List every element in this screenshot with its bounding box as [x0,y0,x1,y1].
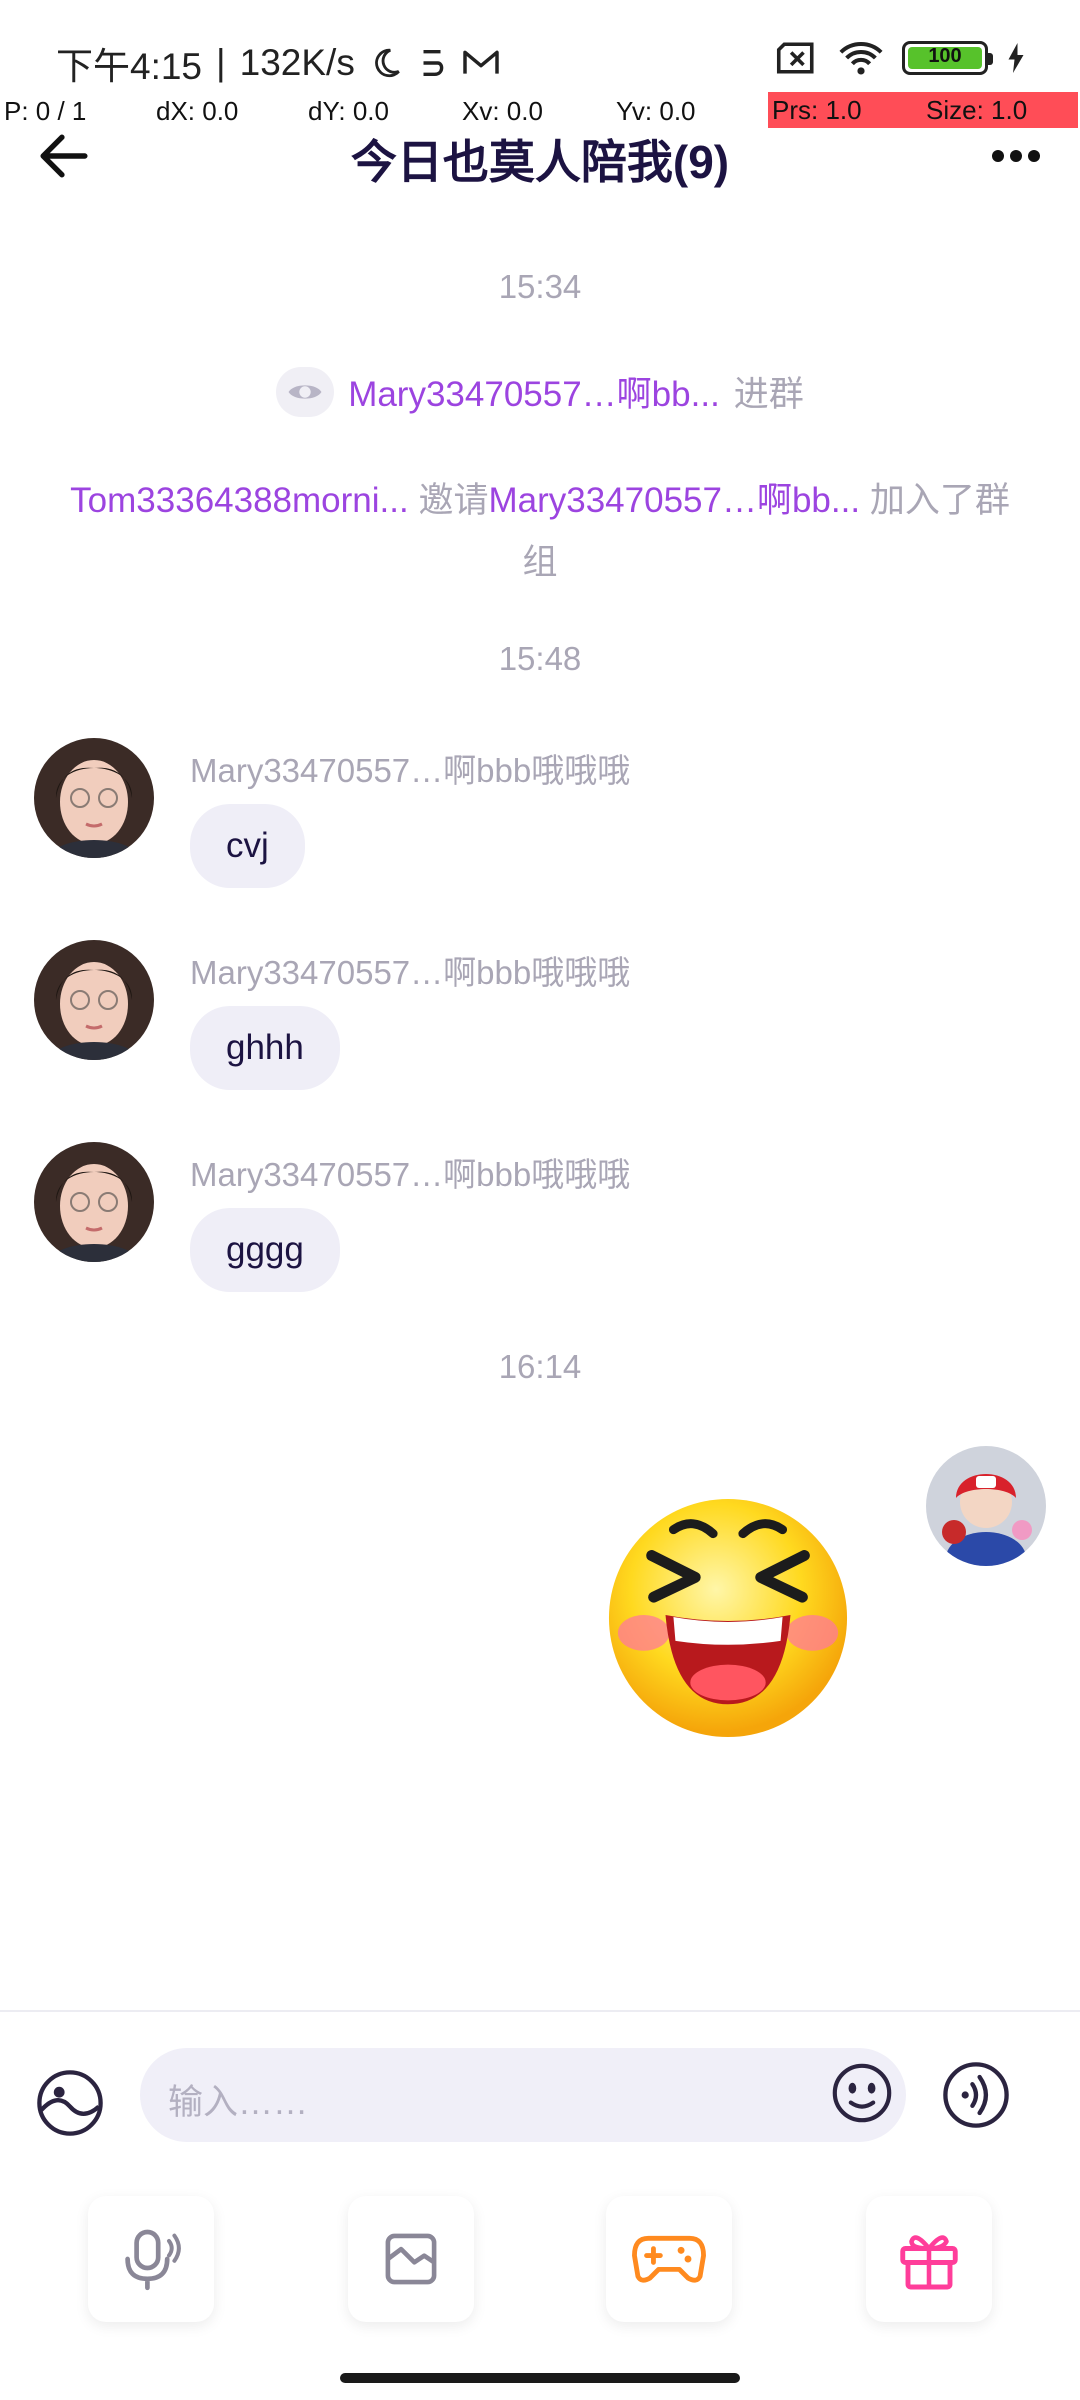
charging-icon [1008,43,1024,73]
debug-size: Size: 1.0 [922,92,1078,128]
debug-pointer: P: 0 / 1 [4,96,87,126]
join-user-link[interactable]: Mary33470557…啊bb... [348,366,720,417]
no-sim-icon [776,42,814,74]
gift-button[interactable] [866,2196,992,2322]
invite-verb: 邀请 [418,481,489,520]
avatar[interactable] [34,940,154,1060]
sound-wave-icon [943,2062,1009,2128]
album-button[interactable] [34,2067,106,2144]
message-sender: Mary33470557…啊bbb哦哦哦 [190,954,631,991]
gamepad-icon [632,2235,706,2283]
timestamp: 16:14 [498,1348,582,1385]
debug-yv: Yv: 0.0 [616,96,696,126]
message-bubble[interactable]: cvj [190,804,305,888]
my-avatar[interactable] [926,1446,1046,1566]
more-options-button[interactable] [986,134,1046,178]
status-time: 下午4:15 [56,46,203,87]
home-indicator[interactable] [340,2373,740,2383]
emoji-button[interactable] [830,2061,894,2130]
mail-icon [463,50,499,74]
invitee-link[interactable]: Mary33470557…啊bb... [488,481,860,520]
microphone-icon [125,2229,181,2291]
more-dots-icon [992,150,1040,162]
join-action-text: 进群 [733,375,804,414]
gift-icon [900,2235,958,2290]
message-sender: Mary33470557…啊bbb哦哦哦 [190,1156,631,1193]
game-button[interactable] [606,2196,732,2322]
battery-level: 100 [928,45,962,67]
photo-frame-icon [385,2233,437,2285]
status-bar-right: 100 [776,40,1026,76]
join-notice: Mary33470557…啊bb... 进群 [0,366,1080,417]
pointer-debug-overlay: P: 0 / 1 dX: 0.0 dY: 0.0 Xv: 0.0 Yv: 0.0… [0,92,1080,130]
debug-pressure: Prs: 1.0 [768,92,922,128]
avatar[interactable] [34,738,154,858]
eye-icon [276,366,335,417]
timestamp: 15:34 [498,268,582,305]
laughing-emoji-sticker[interactable] [604,1494,852,1742]
page-title: 今日也莫人陪我(9) [350,136,730,188]
debug-dx: dX: 0.0 [156,96,239,126]
input-divider [0,2010,1080,2012]
message-bubble[interactable]: gggg [190,1208,340,1292]
voice-message-button[interactable] [88,2196,214,2322]
message-bubble[interactable]: ghhh [190,1006,340,1090]
network-speed: 132K/s [239,42,355,83]
timestamp: 15:48 [498,640,582,677]
battery-indicator: 100 [902,41,993,75]
moon-icon [374,48,400,78]
image-icon [37,2070,103,2136]
avatar[interactable] [34,1142,154,1262]
message-sender: Mary33470557…啊bbb哦哦哦 [190,752,631,789]
message-input-placeholder: 输入…… [168,2083,309,2122]
inviter-link[interactable]: Tom33364388morni... [70,481,409,520]
app-notification-icon [423,49,444,77]
debug-dy: dY: 0.0 [308,96,389,126]
invite-notice: Tom33364388morni... 邀请Mary33470557…啊bb..… [70,470,1010,594]
wifi-icon [839,42,883,75]
smiley-icon [832,2063,892,2123]
debug-xv: Xv: 0.0 [462,96,543,126]
voice-mode-button[interactable] [940,2059,1012,2136]
photo-button[interactable] [348,2196,474,2322]
status-bar-left: 下午4:15 | 132K/s [56,36,501,90]
